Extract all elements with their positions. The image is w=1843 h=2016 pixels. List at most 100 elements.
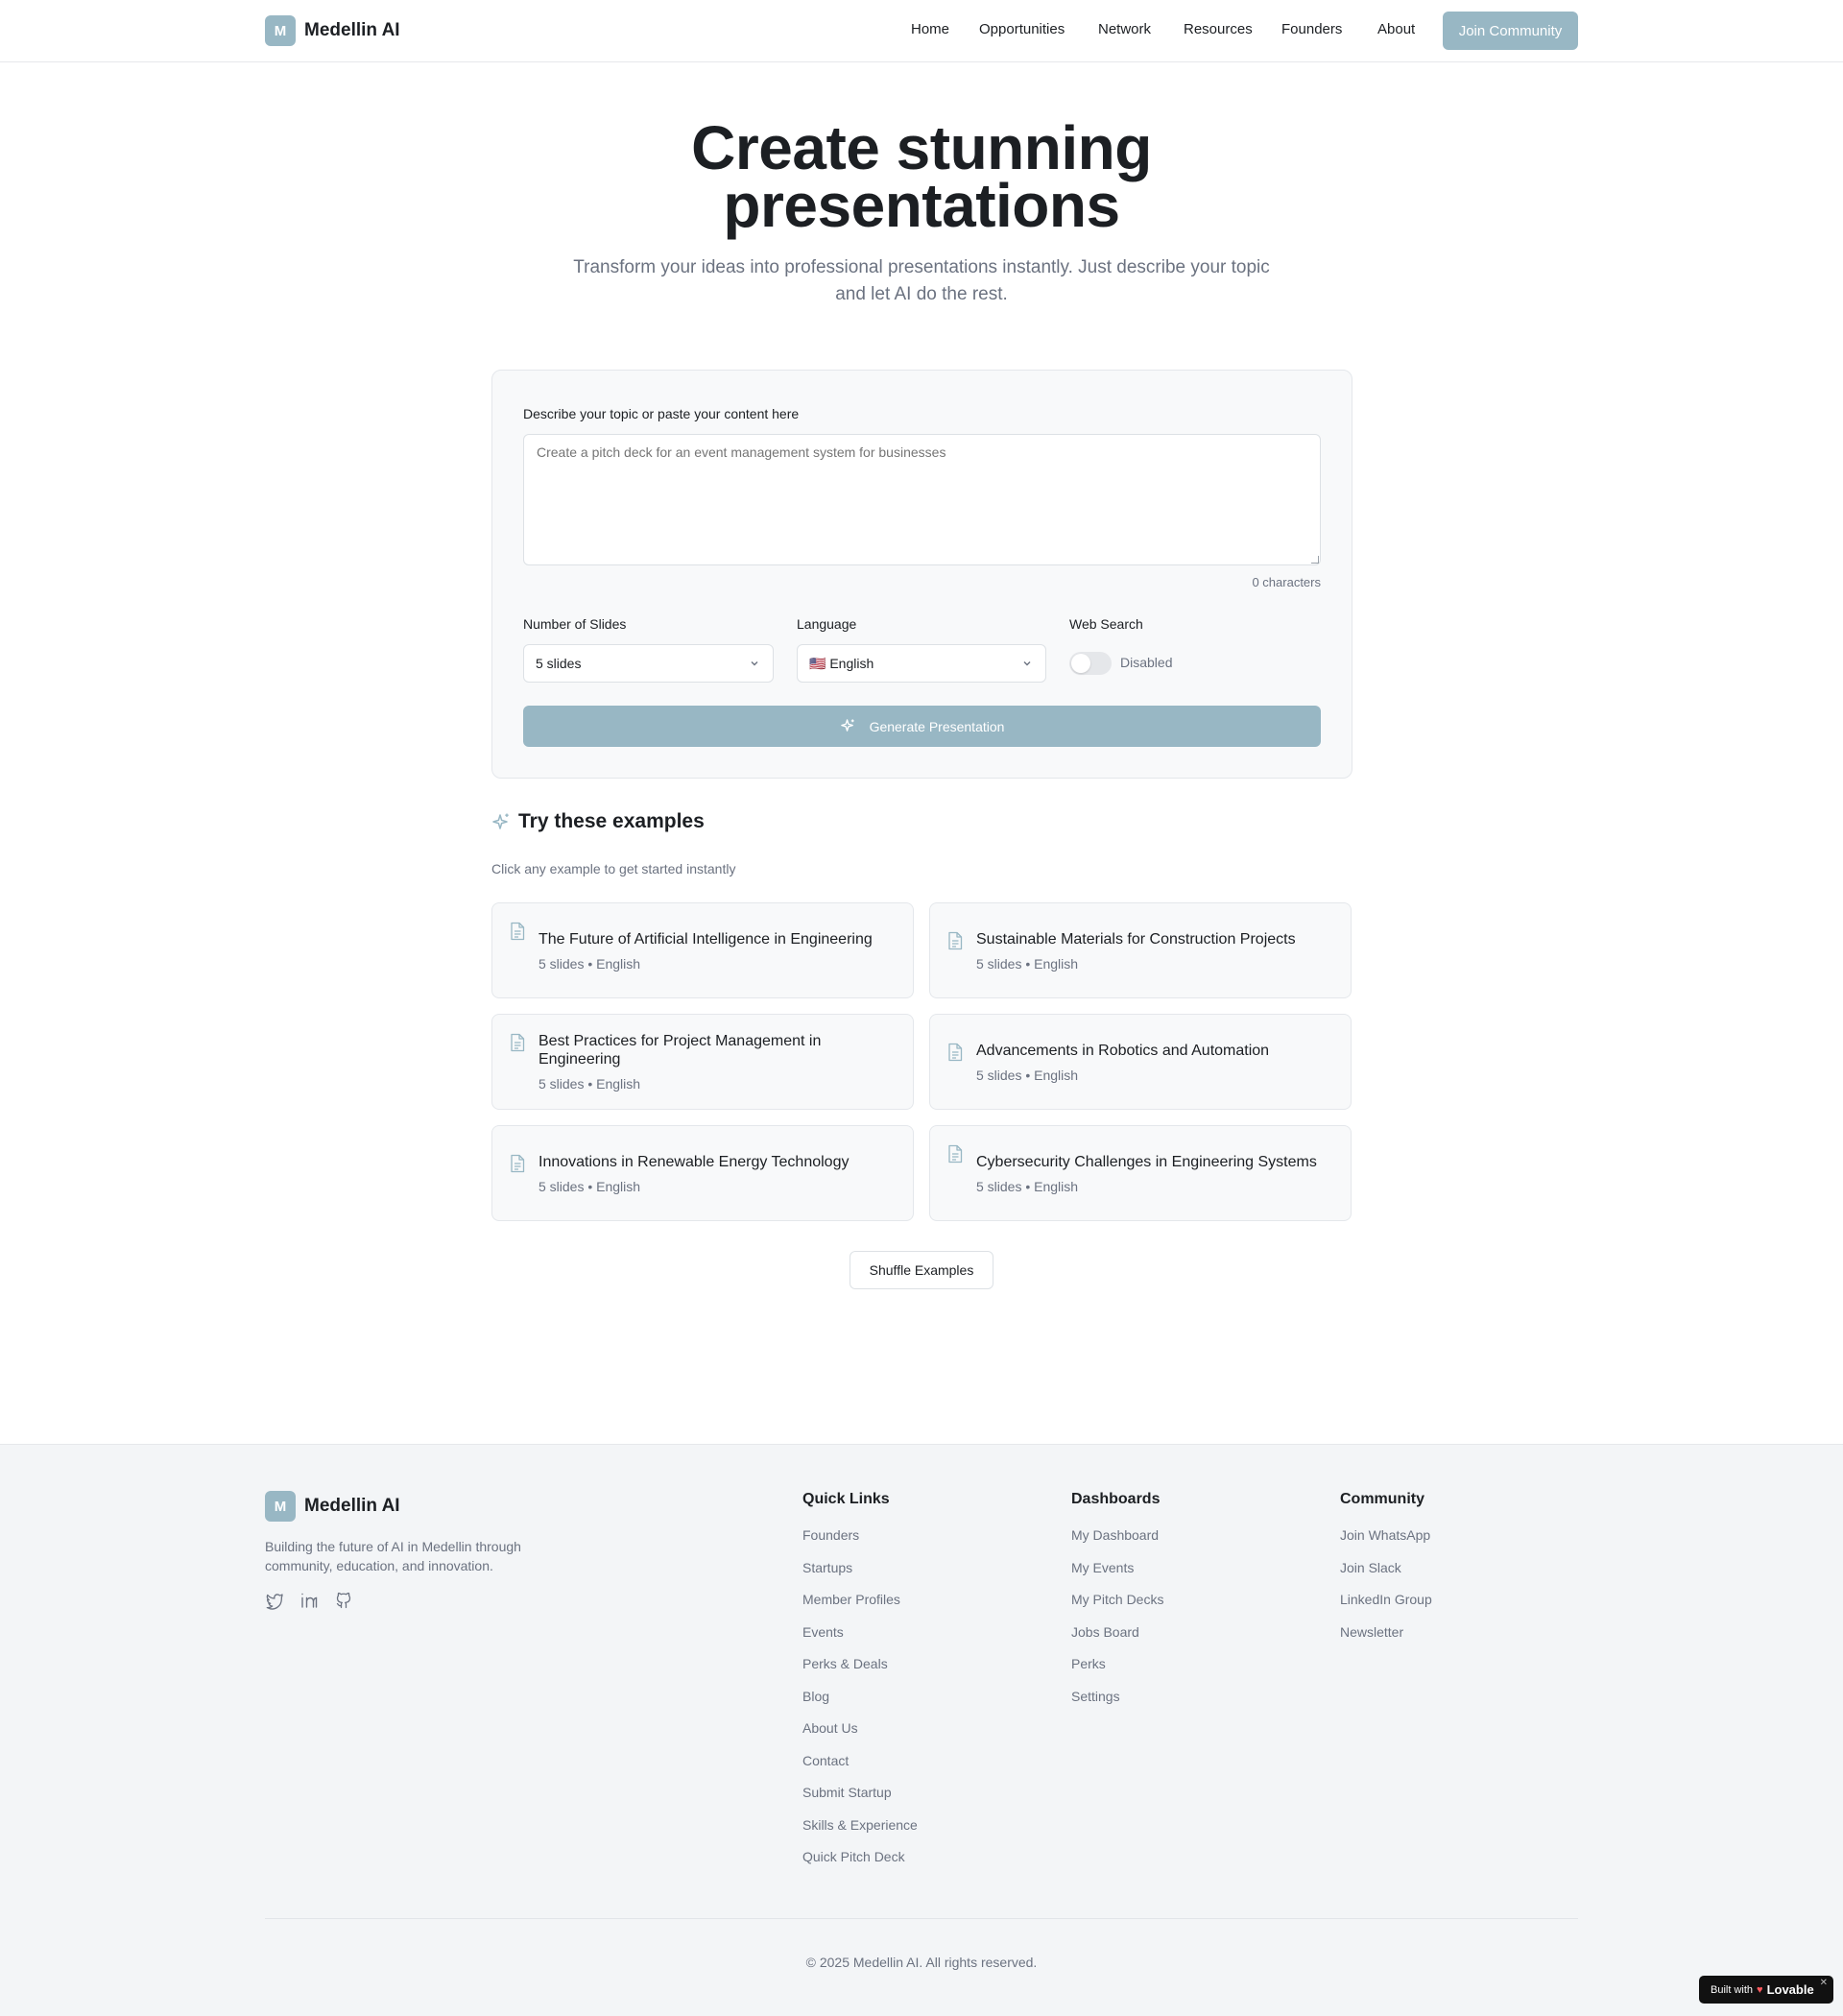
language-select-value: 🇺🇸 English xyxy=(809,655,874,671)
footer-link[interactable]: About Us xyxy=(802,1720,918,1753)
character-count: 0 characters xyxy=(1252,575,1321,589)
slides-select-value: 5 slides xyxy=(536,656,582,671)
footer-link[interactable]: Member Profiles xyxy=(802,1592,918,1624)
examples-subtitle: Click any example to get started instant… xyxy=(491,861,736,876)
footer-col-quick-links: Quick Links Founders Startups Member Pro… xyxy=(802,1491,918,1882)
nav-opportunities[interactable]: Opportunities xyxy=(979,21,1065,37)
example-card[interactable]: Best Practices for Project Management in… xyxy=(491,1014,914,1110)
generate-presentation-button[interactable]: Generate Presentation xyxy=(523,706,1321,747)
presentation-form: Describe your topic or paste your conten… xyxy=(491,370,1352,779)
chevron-down-icon xyxy=(748,657,761,670)
file-text-icon xyxy=(947,1144,963,1164)
footer-link[interactable]: Jobs Board xyxy=(1071,1624,1163,1657)
nav-about[interactable]: About xyxy=(1377,21,1415,37)
file-text-icon xyxy=(947,1043,963,1062)
footer-link[interactable]: Skills & Experience xyxy=(802,1817,918,1850)
file-text-icon xyxy=(510,922,525,941)
example-meta: 5 slides • English xyxy=(539,1076,641,1092)
file-text-icon xyxy=(947,931,963,950)
footer-link[interactable]: Settings xyxy=(1071,1689,1163,1721)
nav-resources[interactable]: Resources xyxy=(1184,21,1253,37)
footer-brand[interactable]: M Medellin AI xyxy=(265,1491,400,1522)
footer-link[interactable]: Join WhatsApp xyxy=(1340,1527,1432,1560)
web-search-toggle[interactable] xyxy=(1069,652,1112,675)
footer-link[interactable]: Perks & Deals xyxy=(802,1656,918,1689)
page-subtitle: Transform your ideas into professional p… xyxy=(573,257,1270,304)
example-card[interactable]: Innovations in Renewable Energy Technolo… xyxy=(491,1125,914,1221)
github-icon[interactable] xyxy=(334,1591,353,1610)
example-card[interactable]: The Future of Artificial Intelligence in… xyxy=(491,902,914,998)
social-links xyxy=(265,1591,353,1610)
twitter-icon[interactable] xyxy=(265,1591,284,1610)
example-text: Sustainable Materials for Construction P… xyxy=(976,903,1335,997)
file-text-icon xyxy=(510,1033,525,1052)
brand-logo-link[interactable]: M Medellin AI xyxy=(265,15,400,46)
example-title: Cybersecurity Challenges in Engineering … xyxy=(976,1153,1317,1170)
example-text: Best Practices for Project Management in… xyxy=(539,1015,898,1109)
generate-label: Generate Presentation xyxy=(869,718,1005,734)
built-with-lovable-badge[interactable]: Built with ♥ Lovable ✕ xyxy=(1699,1976,1833,2004)
footer-link[interactable]: Events xyxy=(802,1624,918,1657)
page-title: Create stunning presentations xyxy=(691,113,1152,240)
footer-link[interactable]: Startups xyxy=(802,1560,918,1593)
footer-col-community: Community Join WhatsApp Join Slack Linke… xyxy=(1340,1491,1432,1656)
footer-col-title: Dashboards xyxy=(1071,1491,1161,1507)
footer-divider xyxy=(265,1918,1578,1919)
example-card[interactable]: Sustainable Materials for Construction P… xyxy=(929,902,1352,998)
example-title: Best Practices for Project Management in… xyxy=(539,1033,822,1068)
slides-select[interactable]: 5 slides xyxy=(523,644,774,683)
badge-prefix: Built with xyxy=(1711,1983,1754,1996)
example-text: The Future of Artificial Intelligence in… xyxy=(539,903,898,997)
language-label: Language xyxy=(797,616,857,632)
footer-link[interactable]: My Pitch Decks xyxy=(1071,1592,1163,1624)
footer-link[interactable]: LinkedIn Group xyxy=(1340,1592,1432,1624)
footer-col-title: Community xyxy=(1340,1491,1424,1507)
footer-link[interactable]: Join Slack xyxy=(1340,1560,1432,1593)
copyright: © 2025 Medellin AI. All rights reserved. xyxy=(805,1955,1038,1970)
footer-link[interactable]: Blog xyxy=(802,1689,918,1721)
brand-name: Medellin AI xyxy=(304,20,400,40)
shuffle-examples-button[interactable]: Shuffle Examples xyxy=(850,1251,993,1289)
footer-description: Building the future of AI in Medellin th… xyxy=(265,1539,521,1573)
example-card[interactable]: Advancements in Robotics and Automation … xyxy=(929,1014,1352,1110)
footer-link[interactable]: Submit Startup xyxy=(802,1785,918,1817)
close-icon[interactable]: ✕ xyxy=(1820,1978,1828,1988)
sparkles-icon xyxy=(491,812,511,831)
example-text: Advancements in Robotics and Automation … xyxy=(976,1015,1335,1109)
topic-input[interactable] xyxy=(523,434,1321,565)
slides-label: Number of Slides xyxy=(523,616,627,632)
file-text-icon xyxy=(510,1154,525,1173)
chevron-down-icon xyxy=(1020,657,1034,670)
footer-link[interactable]: Contact xyxy=(802,1753,918,1786)
example-meta: 5 slides • English xyxy=(976,955,1079,972)
nav-network[interactable]: Network xyxy=(1098,21,1151,37)
example-title: Advancements in Robotics and Automation xyxy=(976,1042,1270,1059)
example-card[interactable]: Cybersecurity Challenges in Engineering … xyxy=(929,1125,1352,1221)
toggle-knob xyxy=(1071,654,1090,673)
sparkles-icon xyxy=(840,718,856,734)
nav-home[interactable]: Home xyxy=(911,21,949,37)
badge-name: Lovable xyxy=(1766,1982,1814,1997)
footer-link[interactable]: My Dashboard xyxy=(1071,1527,1163,1560)
footer-link[interactable]: Newsletter xyxy=(1340,1624,1432,1657)
example-title: Innovations in Renewable Energy Technolo… xyxy=(539,1153,850,1170)
footer-link[interactable]: Quick Pitch Deck xyxy=(802,1849,918,1882)
brand-name: Medellin AI xyxy=(304,1496,400,1516)
web-search-state: Disabled xyxy=(1120,655,1173,670)
join-community-button[interactable]: Join Community xyxy=(1443,12,1578,50)
example-meta: 5 slides • English xyxy=(976,1067,1079,1083)
footer-link[interactable]: Perks xyxy=(1071,1656,1163,1689)
footer-col-dashboards: Dashboards My Dashboard My Events My Pit… xyxy=(1071,1491,1163,1720)
resize-handle-icon[interactable] xyxy=(1311,556,1319,564)
example-meta: 5 slides • English xyxy=(976,1178,1079,1194)
linkedin-icon[interactable] xyxy=(299,1591,319,1610)
examples-header: Try these examples xyxy=(491,810,705,833)
topic-label: Describe your topic or paste your conten… xyxy=(523,406,800,421)
language-select[interactable]: 🇺🇸 English xyxy=(797,644,1046,683)
example-text: Innovations in Renewable Energy Technolo… xyxy=(539,1126,898,1220)
nav-founders[interactable]: Founders xyxy=(1281,21,1342,37)
logo-mark: M xyxy=(265,1491,296,1522)
footer-link[interactable]: Founders xyxy=(802,1527,918,1560)
examples-title: Try these examples xyxy=(518,810,705,832)
footer-link[interactable]: My Events xyxy=(1071,1560,1163,1593)
